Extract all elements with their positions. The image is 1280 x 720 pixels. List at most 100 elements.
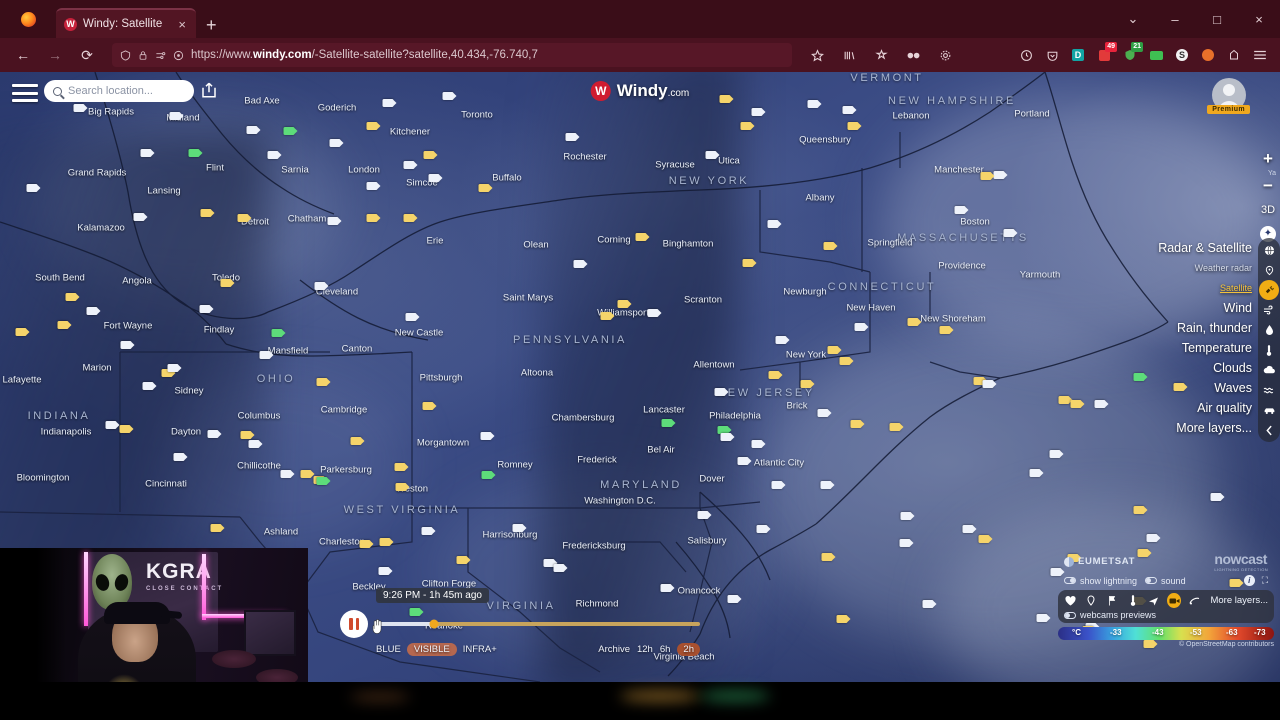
- info-icon[interactable]: i: [1243, 575, 1255, 586]
- webcam-marker[interactable]: [421, 527, 436, 535]
- zoom-in-button[interactable]: +: [1263, 150, 1273, 167]
- archive-label[interactable]: Archive: [598, 644, 630, 655]
- app-menu-button[interactable]: [1248, 43, 1272, 67]
- webcam-marker[interactable]: [57, 321, 72, 329]
- chevron-left-icon[interactable]: [1259, 420, 1279, 440]
- layer-label-temperature[interactable]: Temperature: [1182, 338, 1252, 358]
- s-extension-icon[interactable]: S: [1170, 43, 1194, 67]
- webcam-marker[interactable]: [635, 233, 650, 241]
- layer-label-more-layers[interactable]: More layers...: [1176, 418, 1252, 438]
- webcam-marker[interactable]: [259, 351, 274, 359]
- webcams-previews-toggle[interactable]: webcams previews: [1064, 608, 1268, 620]
- thermometer-icon[interactable]: [1259, 340, 1279, 360]
- webcam-marker[interactable]: [697, 511, 712, 519]
- dashlane-icon[interactable]: D: [1066, 43, 1090, 67]
- layer-label-wind[interactable]: Wind: [1224, 298, 1252, 318]
- webcam-marker[interactable]: [237, 214, 252, 222]
- timeline-track[interactable]: [376, 619, 700, 629]
- thermometer-icon[interactable]: [1126, 593, 1140, 608]
- webcam-marker[interactable]: [800, 380, 815, 388]
- webcam-marker[interactable]: [962, 525, 977, 533]
- lock-icon[interactable]: [138, 50, 148, 61]
- layer-label-waves[interactable]: Waves: [1214, 378, 1252, 398]
- webcam-marker[interactable]: [379, 538, 394, 546]
- range-12h-button[interactable]: 12h: [637, 644, 653, 655]
- radar-sweep-icon[interactable]: [1188, 593, 1202, 608]
- webcam-marker[interactable]: [714, 388, 729, 396]
- new-tab-button[interactable]: +: [196, 16, 227, 38]
- webcam-marker[interactable]: [207, 430, 222, 438]
- webcam-marker[interactable]: [982, 380, 997, 388]
- webcam-marker[interactable]: [169, 112, 184, 120]
- webcam-marker[interactable]: [742, 259, 757, 267]
- webcam-marker[interactable]: [573, 260, 588, 268]
- reload-button[interactable]: ⟳: [72, 42, 102, 68]
- webcam-marker[interactable]: [751, 440, 766, 448]
- address-bar[interactable]: https://www.windy.com/-Satellite-satelli…: [112, 43, 792, 67]
- layer-label-satellite[interactable]: Satellite: [1220, 278, 1252, 298]
- webcam-marker[interactable]: [727, 595, 742, 603]
- webcam-marker[interactable]: [86, 307, 101, 315]
- gear-icon[interactable]: [930, 42, 960, 68]
- webcam-marker[interactable]: [737, 457, 752, 465]
- layer-label-weather-radar[interactable]: Weather radar: [1195, 258, 1252, 278]
- webcam-marker[interactable]: [105, 421, 120, 429]
- webcam-marker[interactable]: [771, 481, 786, 489]
- minimize-button[interactable]: –: [1154, 4, 1196, 34]
- layer-label-rain-thunder[interactable]: Rain, thunder: [1177, 318, 1252, 338]
- webcam-marker[interactable]: [705, 151, 720, 159]
- webcam-marker[interactable]: [850, 420, 865, 428]
- webcam-marker[interactable]: [248, 440, 263, 448]
- back-button[interactable]: ←: [8, 42, 38, 68]
- webcam-marker[interactable]: [889, 423, 904, 431]
- share-extension-icon[interactable]: [1222, 43, 1246, 67]
- webcam-marker[interactable]: [246, 126, 261, 134]
- webcam-marker[interactable]: [1070, 400, 1085, 408]
- search-input[interactable]: Search location...: [44, 80, 194, 102]
- webcam-marker[interactable]: [366, 182, 381, 190]
- webcam-marker[interactable]: [821, 553, 836, 561]
- webcam-marker[interactable]: [167, 364, 182, 372]
- webcam-marker[interactable]: [1003, 229, 1018, 237]
- layer-label-air-quality[interactable]: Air quality: [1197, 398, 1252, 418]
- webcam-marker[interactable]: [210, 524, 225, 532]
- pin-icon[interactable]: [1085, 593, 1099, 608]
- webcam-marker[interactable]: [1210, 493, 1225, 501]
- webcam-marker[interactable]: [65, 293, 80, 301]
- webcam-marker[interactable]: [199, 305, 214, 313]
- webcam-marker[interactable]: [1133, 373, 1148, 381]
- webcam-marker[interactable]: [756, 525, 771, 533]
- webcam-marker[interactable]: [120, 341, 135, 349]
- webcam-marker[interactable]: [327, 217, 342, 225]
- webcam-marker[interactable]: [405, 313, 420, 321]
- webcam-marker[interactable]: [359, 540, 374, 548]
- mode-visible-button[interactable]: VISIBLE: [406, 643, 457, 656]
- webcam-marker[interactable]: [480, 432, 495, 440]
- bookmark-star-icon[interactable]: [802, 42, 832, 68]
- webcam-marker[interactable]: [565, 133, 580, 141]
- flag-icon[interactable]: [1105, 593, 1119, 608]
- webcam-marker[interactable]: [720, 433, 735, 441]
- airplane-icon[interactable]: [1147, 593, 1161, 608]
- cloud-icon[interactable]: [1259, 360, 1279, 380]
- webcam-marker[interactable]: [422, 402, 437, 410]
- webcam-marker[interactable]: [660, 584, 675, 592]
- webcam-marker[interactable]: [329, 139, 344, 147]
- webcam-marker[interactable]: [133, 213, 148, 221]
- webcam-marker[interactable]: [200, 209, 215, 217]
- webcam-marker[interactable]: [768, 371, 783, 379]
- green-shield-icon[interactable]: 21: [1118, 42, 1143, 67]
- webcam-marker[interactable]: [140, 149, 155, 157]
- webcam-marker[interactable]: [553, 564, 568, 572]
- webcam-marker[interactable]: [267, 151, 282, 159]
- webcam-marker[interactable]: [740, 122, 755, 130]
- webcam-marker[interactable]: [978, 535, 993, 543]
- webcam-marker[interactable]: [1133, 506, 1148, 514]
- red-extension-icon[interactable]: 49: [1092, 42, 1117, 67]
- layer-label-radar-satellite[interactable]: Radar & Satellite: [1158, 238, 1252, 258]
- range-6h-button[interactable]: 6h: [660, 644, 671, 655]
- webcam-marker[interactable]: [847, 122, 862, 130]
- webcam-marker[interactable]: [900, 512, 915, 520]
- layer-label-clouds[interactable]: Clouds: [1213, 358, 1252, 378]
- webcam-marker[interactable]: [481, 471, 496, 479]
